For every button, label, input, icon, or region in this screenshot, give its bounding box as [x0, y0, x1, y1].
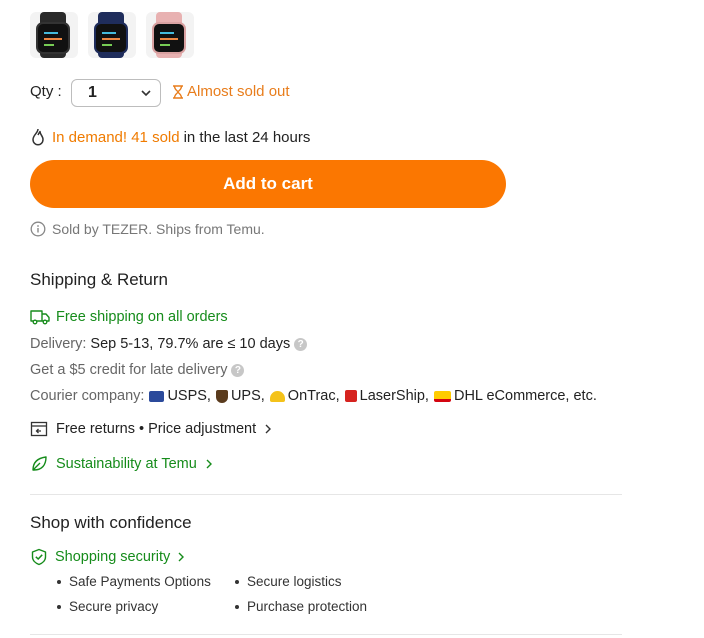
qty-label: Qty : — [30, 83, 62, 100]
carrier-ups: UPS, — [215, 388, 265, 404]
variant-swatch-pink[interactable] — [146, 12, 194, 58]
sustainability-text: Sustainability at Temu — [56, 456, 197, 472]
watch-face-icon — [94, 22, 128, 54]
section-divider — [30, 494, 622, 495]
truck-icon — [30, 310, 50, 325]
returns-link[interactable]: Free returns • Price adjustment — [30, 421, 272, 437]
sustainability-link[interactable]: Sustainability at Temu — [30, 455, 213, 473]
variant-swatch-black[interactable] — [30, 12, 78, 58]
late-credit-text: Get a $5 credit for late delivery — [30, 362, 228, 378]
delivery-value: Sep 5-13, 79.7% are ≤ 10 days — [90, 336, 291, 352]
usps-logo-icon — [149, 390, 165, 402]
info-icon — [30, 221, 46, 237]
section-divider — [30, 634, 622, 635]
quantity-select[interactable]: 1 — [71, 79, 161, 107]
seller-info: Sold by TEZER. Ships from Temu. — [30, 221, 265, 237]
returns-text: Free returns • Price adjustment — [56, 421, 257, 437]
carrier-lasership: LaserShip, — [344, 388, 429, 404]
confidence-item: Secure logistics — [235, 574, 342, 589]
free-shipping-row: Free shipping on all orders — [30, 309, 228, 325]
variant-swatch-navy[interactable] — [88, 12, 136, 58]
chevron-down-icon — [141, 90, 151, 97]
shopping-security-link[interactable]: Shopping security — [30, 548, 185, 566]
lasership-logo-icon — [344, 390, 357, 402]
stock-status-text: Almost sold out — [187, 83, 290, 100]
quantity-value: 1 — [88, 84, 97, 101]
dhl-logo-icon — [433, 390, 451, 402]
carrier-usps: USPS, — [149, 388, 211, 404]
chevron-right-icon — [206, 459, 212, 469]
delivery-label: Delivery: — [30, 336, 87, 352]
late-credit-row: Get a $5 credit for late delivery ? — [30, 362, 245, 378]
shopping-security-text: Shopping security — [55, 549, 171, 565]
chevron-right-icon — [265, 424, 272, 434]
carrier-dhl: DHL eCommerce, etc. — [433, 388, 597, 404]
confidence-item: Secure privacy — [57, 599, 158, 614]
courier-label: Courier company: — [30, 388, 145, 404]
chevron-right-icon — [178, 552, 185, 562]
credit-help-icon[interactable]: ? — [231, 363, 245, 377]
flame-icon — [32, 128, 44, 146]
demand-notice: In demand! 41 sold in the last 24 hours — [30, 128, 310, 146]
watch-face-icon — [36, 22, 70, 54]
leaf-icon — [32, 456, 47, 471]
delivery-row: Delivery: Sep 5-13, 79.7% are ≤ 10 days … — [30, 336, 308, 352]
ups-logo-icon — [215, 389, 228, 403]
shipping-section-title: Shipping & Return — [30, 270, 168, 289]
return-box-icon — [30, 421, 48, 437]
confidence-section-title: Shop with confidence — [30, 513, 192, 532]
demand-count: In demand! 41 sold — [52, 128, 180, 146]
add-to-cart-button[interactable]: Add to cart — [30, 160, 506, 208]
hourglass-icon — [173, 84, 183, 99]
delivery-help-icon[interactable]: ? — [294, 337, 308, 351]
ontrac-logo-icon — [269, 390, 285, 402]
courier-row: Courier company: USPS, UPS, OnTrac, Lase… — [30, 388, 597, 404]
stock-status: Almost sold out — [172, 83, 290, 100]
watch-face-icon — [152, 22, 186, 54]
free-shipping-text: Free shipping on all orders — [56, 309, 228, 325]
demand-period: in the last 24 hours — [183, 128, 311, 146]
confidence-item: Safe Payments Options — [57, 574, 211, 589]
seller-text: Sold by TEZER. Ships from Temu. — [52, 221, 265, 237]
carrier-ontrac: OnTrac, — [269, 388, 340, 404]
shield-check-icon — [31, 548, 47, 566]
confidence-item: Purchase protection — [235, 599, 367, 614]
